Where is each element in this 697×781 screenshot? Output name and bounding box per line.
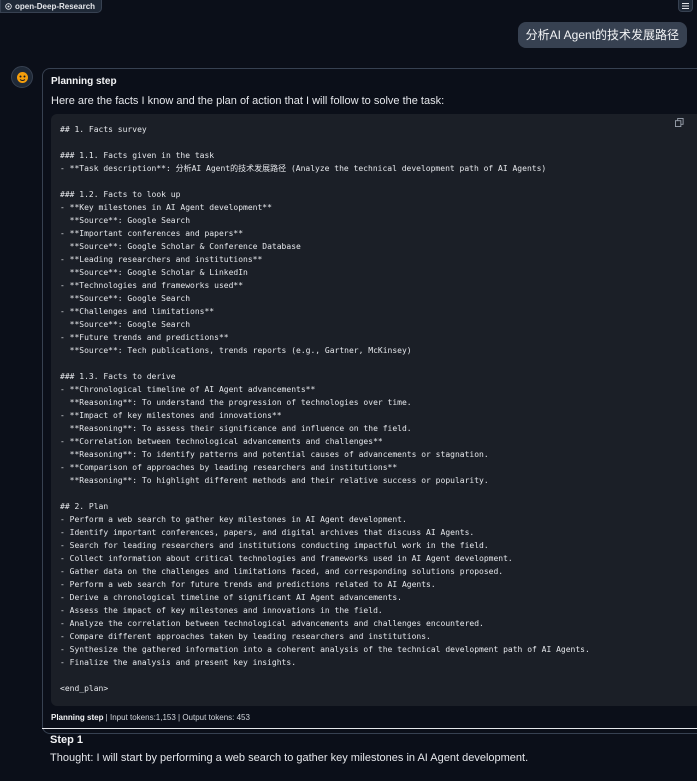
code-line: - **Comparison of approaches by leading … bbox=[60, 463, 398, 472]
code-line: **Source**: Google Search bbox=[60, 294, 191, 303]
gradio-icon bbox=[5, 2, 12, 10]
bot-avatar-icon bbox=[16, 71, 28, 83]
step-1-thought: Thought: I will start by performing a we… bbox=[50, 752, 529, 764]
code-line: ### 1.2. Facts to look up bbox=[60, 190, 181, 199]
code-line: ## 1. Facts survey bbox=[60, 125, 147, 134]
code-line: **Source**: Google Scholar & Conference … bbox=[60, 242, 301, 251]
code-line: - Derive a chronological timeline of sig… bbox=[60, 593, 402, 602]
app-tab-title: open-Deep-Research bbox=[15, 1, 96, 11]
code-line: ## 2. Plan bbox=[60, 502, 109, 511]
code-line: - **Important conferences and papers** bbox=[60, 229, 244, 238]
code-line: - Gather data on the challenges and limi… bbox=[60, 567, 504, 576]
footer-step-label: Planning step bbox=[51, 713, 104, 722]
plan-code: ## 1. Facts survey ### 1.1. Facts given … bbox=[51, 114, 697, 695]
code-line: - **Future trends and predictions** bbox=[60, 333, 229, 342]
code-line: ### 1.3. Facts to derive bbox=[60, 372, 176, 381]
code-line: **Source**: Tech publications, trends re… bbox=[60, 346, 412, 355]
code-line: - Synthesize the gathered information in… bbox=[60, 645, 590, 654]
code-line: - Analyze the correlation between techno… bbox=[60, 619, 484, 628]
code-line: - **Task description**: 分析AI Agent的技术发展路… bbox=[60, 164, 547, 173]
bot-avatar bbox=[11, 66, 33, 88]
code-line: **Reasoning**: To identify patterns and … bbox=[60, 450, 489, 459]
code-line: ### 1.1. Facts given in the task bbox=[60, 151, 215, 160]
code-line: **Reasoning**: To understand the progres… bbox=[60, 398, 412, 407]
code-line: - Perform a web search for future trends… bbox=[60, 580, 436, 589]
code-line: - Assess the impact of key milestones an… bbox=[60, 606, 383, 615]
code-line: - Perform a web search to gather key mil… bbox=[60, 515, 407, 524]
code-line: **Reasoning**: To highlight different me… bbox=[60, 476, 489, 485]
code-line: - **Correlation between technological ad… bbox=[60, 437, 383, 446]
code-line: **Source**: Google Search bbox=[60, 216, 191, 225]
code-line: - Identify important conferences, papers… bbox=[60, 528, 475, 537]
code-line: **Source**: Google Search bbox=[60, 320, 191, 329]
planning-intro: Here are the facts I know and the plan o… bbox=[51, 95, 445, 107]
code-line: - **Chronological timeline of AI Agent a… bbox=[60, 385, 316, 394]
menu-icon bbox=[682, 2, 689, 9]
planning-step-title: Planning step bbox=[51, 76, 117, 87]
code-line: - Compare different approaches taken by … bbox=[60, 632, 431, 641]
code-line: - **Technologies and frameworks used** bbox=[60, 281, 244, 290]
app-tab[interactable]: open-Deep-Research bbox=[0, 0, 103, 13]
code-line: - Finalize the analysis and present key … bbox=[60, 658, 297, 667]
code-line: <end_plan> bbox=[60, 684, 109, 693]
copy-icon[interactable] bbox=[675, 118, 684, 127]
step-divider bbox=[42, 728, 697, 729]
code-line: **Reasoning**: To assess their significa… bbox=[60, 424, 412, 433]
planning-step-card: Planning step Here are the facts I know … bbox=[42, 68, 697, 734]
planning-footer: Planning step | Input tokens:1,153 | Out… bbox=[51, 713, 250, 722]
code-line: - Collect information about critical tec… bbox=[60, 554, 513, 563]
step-1-title: Step 1 bbox=[50, 734, 84, 746]
code-line: **Source**: Google Scholar & LinkedIn bbox=[60, 268, 248, 277]
menu-button[interactable] bbox=[678, 0, 693, 12]
code-line: - **Impact of key milestones and innovat… bbox=[60, 411, 282, 420]
user-message: 分析AI Agent的技术发展路径 bbox=[517, 22, 687, 48]
code-line: - Search for leading researchers and ins… bbox=[60, 541, 489, 550]
footer-token-stats: | Input tokens:1,153 | Output tokens: 45… bbox=[103, 713, 250, 722]
plan-code-block: ## 1. Facts survey ### 1.1. Facts given … bbox=[51, 114, 697, 706]
code-line: - **Key milestones in AI Agent developme… bbox=[60, 203, 272, 212]
code-line: - **Leading researchers and institutions… bbox=[60, 255, 263, 264]
code-line: - **Challenges and limitations** bbox=[60, 307, 215, 316]
